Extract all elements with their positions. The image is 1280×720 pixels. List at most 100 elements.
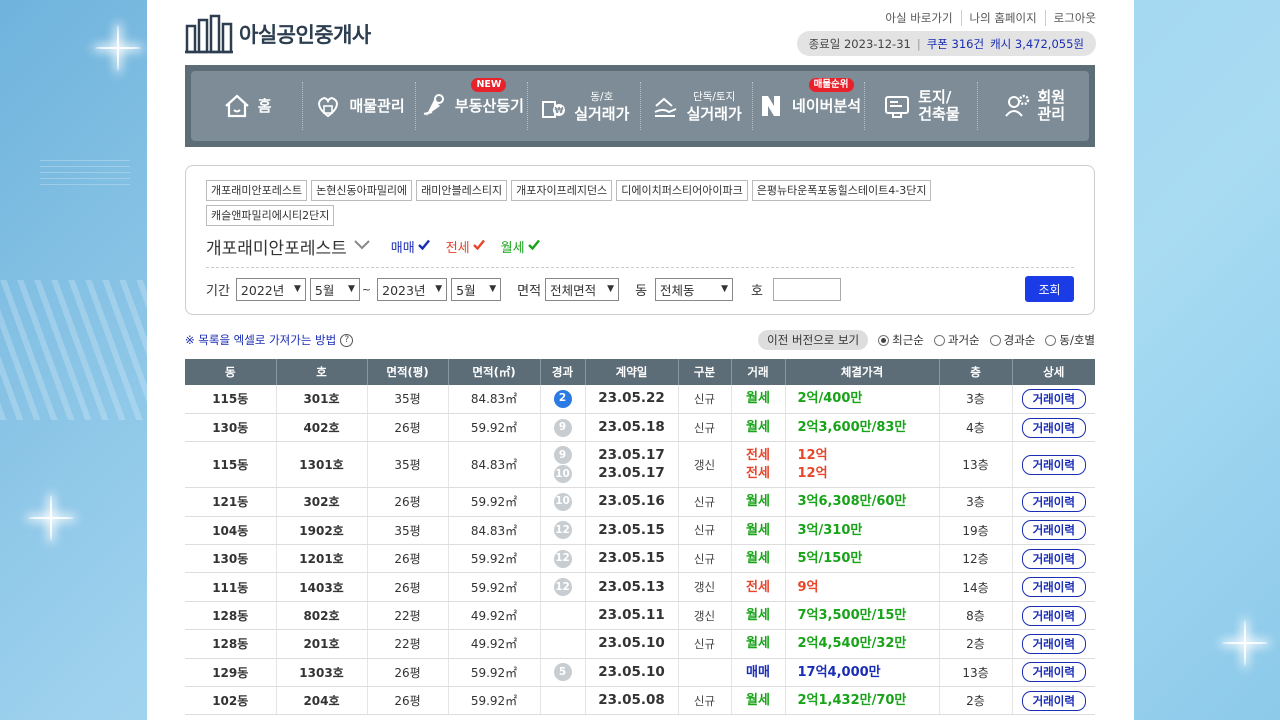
cell-dong: 115동 [185,385,276,414]
prev-version-button[interactable]: 이전 버전으로 보기 [758,330,869,350]
sort-radio-4[interactable]: 동/호별 [1045,332,1095,348]
apartment-chip[interactable]: 개포래미안포레스트 [206,180,308,201]
cash-balance[interactable]: 캐시 3,472,055원 [990,36,1084,52]
background-lines [40,155,130,185]
table-row[interactable]: 128동 802호 22평 49.92㎡ 23.05.11 갱신 월세 7억3,500만/15… [185,601,1095,631]
price-stack: 3억/310만 [798,522,939,539]
table-row[interactable]: 102동 204호 26평 59.92㎡ 23.05.08 신규 월세 2억1,432만/70… [185,686,1095,716]
nav-item-2[interactable]: 매물관리 [302,82,414,130]
from-month-select[interactable]: 5월 ▼ [309,277,360,301]
cell-contract-date: 23.05.15 [584,516,678,546]
table-row[interactable]: 128동 201호 22평 49.92㎡ 23.05.10 신규 월세 2억4,540만/32… [185,629,1095,659]
cell-trade: 전세 전세 [730,441,785,489]
cell-price: 2억3,600만/83만 [784,413,939,443]
sort-radio-2[interactable]: 과거순 [933,332,980,348]
contract-date: 23.05.22 [598,390,665,407]
nav-item-8[interactable]: 회원 관리 [976,82,1089,130]
table-row[interactable]: 115동 1301호 35평 84.83㎡ 9 10 23.05.17 23.05.17 갱신 전… [185,441,1095,489]
cell-dong: 121동 [185,487,276,517]
sort-radio-1[interactable]: 최근순 [878,332,924,348]
cell-type: 신규 [677,413,731,443]
table-body: 115동 301호 35평 84.83㎡ 2 23.05.22 신규 월세 2억/400만 3층 거… [185,385,1095,716]
history-button[interactable]: 거래이력 [1021,633,1086,654]
price-stack: 3억6,308만/60만 [798,493,939,510]
apartment-chip[interactable]: 논현신동아파밀리에 [311,180,413,201]
table-row[interactable]: 115동 301호 35평 84.83㎡ 2 23.05.22 신규 월세 2억/400만 3층 거… [185,385,1095,414]
table-row[interactable]: 111동 1403호 26평 59.92㎡ 12 23.05.13 갱신 전세 9억 14층 거래이… [185,572,1095,602]
history-button[interactable]: 거래이력 [1021,605,1086,626]
trade-toggle-2[interactable]: 전세 [446,237,485,256]
trade-toggle-1[interactable]: 매매 [391,237,430,256]
search-button[interactable]: 조회 [1025,276,1074,302]
chevron-down-icon[interactable] [353,239,371,255]
cell-detail: 거래이력 [1011,629,1095,659]
table-row[interactable]: 130동 1201호 26평 59.92㎡ 12 23.05.15 신규 월세 5억/150만 1… [185,544,1095,574]
nav-item-text: 매물관리 [349,96,405,115]
elapsed-stack: 12 [541,549,585,568]
to-year-select[interactable]: 2023년 ▼ [377,277,448,301]
trade-stack: 월세 [732,493,785,510]
cell-floor: 3층 [938,487,1012,517]
selected-apartment-name[interactable]: 개포래미안포레스트 [206,234,347,259]
cell-contract-date: 23.05.22 [584,385,678,414]
cell-floor: 13층 [938,658,1012,688]
price-stack: 17억4,000만 [798,664,939,681]
check-icon [527,239,540,254]
coupon-count[interactable]: 쿠폰 316건 [927,36,984,52]
apartment-chip[interactable]: 은평뉴타운폭포동힐스테이트4-3단지 [751,180,932,201]
apartment-chip[interactable]: 개포자이프레지던스 [511,180,613,201]
logout-link[interactable]: 로그아웃 [1044,10,1096,26]
building-logo-icon [185,14,233,54]
history-button[interactable]: 거래이력 [1021,454,1086,475]
table-row[interactable]: 121동 302호 26평 59.92㎡ 10 23.05.16 신규 월세 3억6,308만/… [185,487,1095,517]
nav-item-7[interactable]: 토지/ 건축물 [864,82,976,130]
cell-dong: 102동 [185,686,276,716]
from-year-select[interactable]: 2022년 ▼ [235,277,306,301]
elapsed-stack: 5 [541,663,585,682]
nav-item-1[interactable]: 홈 [191,82,302,130]
history-button[interactable]: 거래이력 [1021,388,1086,409]
cell-contract-date: 23.05.11 [584,601,678,631]
nav-item-5[interactable]: 단독/토지 실거래가 [639,82,752,130]
to-month-select[interactable]: 5월 ▼ [451,277,502,301]
cell-elapsed: 12 [539,572,585,602]
area-select[interactable]: 전체면적 ▼ [545,277,620,301]
my-homepage-link[interactable]: 나의 홈페이지 [960,10,1045,26]
cell-type: 신규 [677,629,731,659]
history-button[interactable]: 거래이력 [1021,417,1086,438]
apartment-chip[interactable]: 캐슬앤파밀리에시티2단지 [206,205,335,226]
history-button[interactable]: 거래이력 [1021,690,1086,711]
date-stack: 23.05.11 [586,607,678,624]
sort-radio-3[interactable]: 경과순 [989,332,1035,348]
nav-item-6[interactable]: 네이버분석 매물순위 [751,78,864,130]
asil-link[interactable]: 아실 바로가기 [877,10,960,26]
cell-floor: 12층 [938,544,1012,574]
nav-item-3[interactable]: 부동산등기 NEW [414,78,527,130]
apartment-chip[interactable]: 래미안블레스티지 [416,180,508,201]
dong-select[interactable]: 전체동 ▼ [655,277,734,301]
logo[interactable]: 아실공인중개사 [185,14,371,54]
table-row[interactable]: 129동 1303호 26평 59.92㎡ 5 23.05.10 매매 17억4,000만 13… [185,658,1095,688]
history-button[interactable]: 거래이력 [1021,662,1086,683]
history-button[interactable]: 거래이력 [1021,548,1086,569]
trade-toggle-3[interactable]: 월세 [501,237,540,256]
date-stack: 23.05.22 [586,390,678,407]
cell-contract-date: 23.05.16 [584,487,678,517]
excel-help-link[interactable]: ※ 목록을 엑셀로 가져가는 방법 ? [185,332,354,348]
cell-price: 2억/400만 [784,385,939,414]
cell-dong: 104동 [185,516,276,546]
table-row[interactable]: 130동 402호 26평 59.92㎡ 9 23.05.18 신규 월세 2억3,600만/8… [185,413,1095,443]
elapsed-badge: 9 [553,446,572,465]
history-button[interactable]: 거래이력 [1021,491,1086,512]
nav-item-4[interactable]: ₩ 동/호 실거래가 [527,82,639,130]
apartment-chip[interactable]: 디에이치퍼스티어아이파크 [616,180,748,201]
table-row[interactable]: 104동 1902호 35평 84.83㎡ 12 23.05.15 신규 월세 3억/310만 1… [185,516,1095,546]
sparkle-decoration [1222,620,1268,666]
sparkle-decoration [95,25,141,71]
cell-price: 2억4,540만/32만 [784,629,939,659]
elapsed-stack: 10 [541,492,585,511]
cell-elapsed: 10 [539,487,585,517]
history-button[interactable]: 거래이력 [1021,520,1086,541]
ho-input[interactable] [773,277,841,301]
history-button[interactable]: 거래이력 [1021,577,1086,598]
